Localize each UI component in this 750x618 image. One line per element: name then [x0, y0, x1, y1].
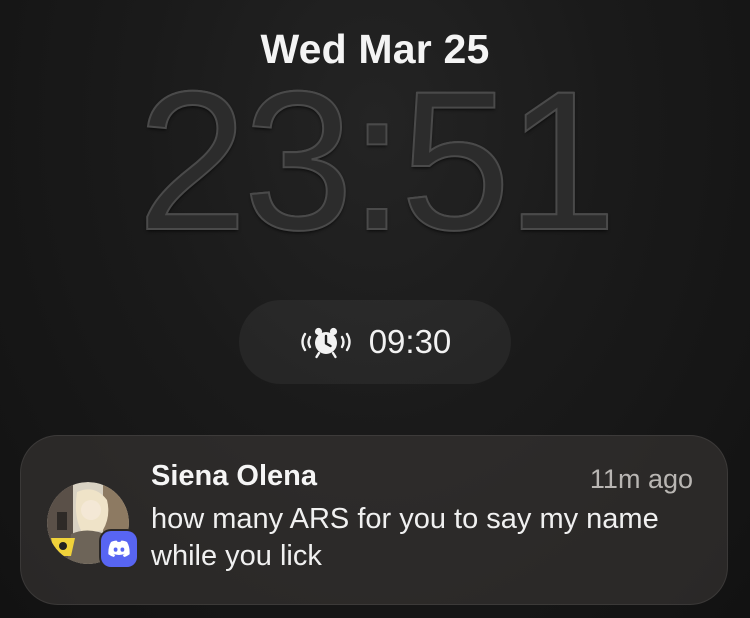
- notification-sender: Siena Olena: [151, 460, 318, 492]
- lock-screen: Wed Mar 25 23:51 09:30 Siena Olena 11m a…: [0, 0, 750, 618]
- alarm-widget[interactable]: 09:30: [239, 300, 511, 384]
- notification-card[interactable]: Siena Olena 11m ago how many ARS for you…: [20, 435, 728, 605]
- avatar-group: [47, 482, 137, 567]
- discord-icon: [101, 531, 137, 567]
- alarm-clock-icon: [299, 325, 353, 359]
- notification-timestamp: 11m ago: [589, 464, 693, 494]
- lock-screen-clock: 23:51: [136, 50, 617, 271]
- alarm-time: 09:30: [368, 323, 452, 360]
- notification-message: how many ARS for you to say my name whil…: [151, 503, 659, 572]
